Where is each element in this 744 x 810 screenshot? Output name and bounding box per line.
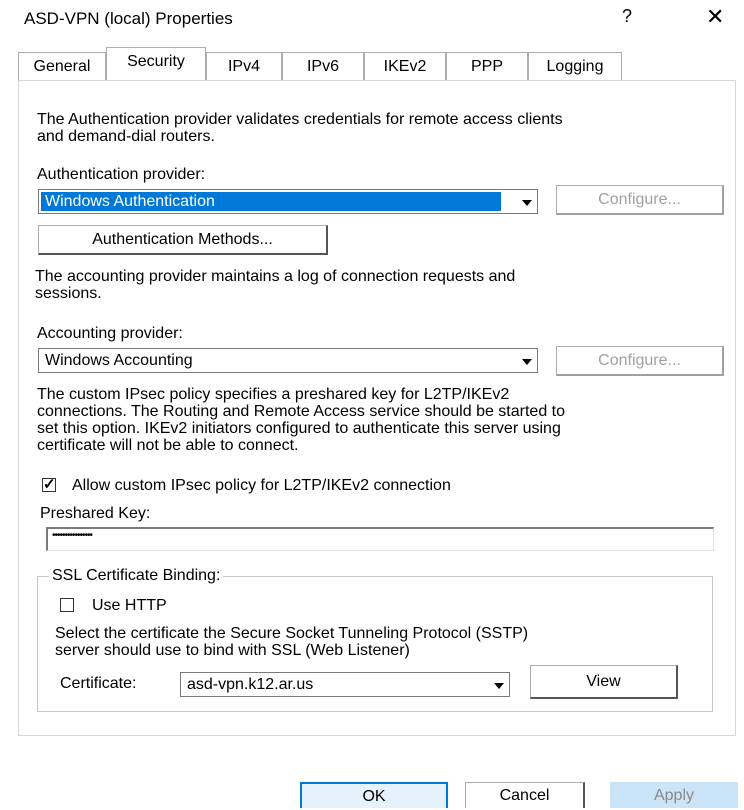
view-certificate-button[interactable]: View [530,665,678,699]
auth-description-line1: The Authentication provider validates cr… [37,111,563,128]
ok-button[interactable]: OK [300,782,448,808]
cancel-button[interactable]: Cancel [465,782,585,808]
chevron-down-icon[interactable] [490,675,507,694]
allow-ipsec-label[interactable]: Allow custom IPsec policy for L2TP/IKEv2… [72,477,451,494]
acct-description-line2: sessions. [35,285,102,302]
auth-provider-select[interactable]: Windows Authentication [38,189,538,214]
tab-ppp[interactable]: PPP [446,52,528,80]
tab-ikev2[interactable]: IKEv2 [364,52,446,80]
acct-provider-select[interactable]: Windows Accounting [38,348,538,373]
tab-general[interactable]: General [18,52,106,80]
use-http-checkbox[interactable] [60,598,74,612]
auth-provider-value: Windows Authentication [41,192,501,211]
window-title: ASD-VPN (local) Properties [24,9,233,28]
chevron-down-icon[interactable] [518,351,535,370]
preshared-key-value: •••••••••••••••• [52,530,93,541]
ipsec-description-line1: The custom IPsec policy specifies a pres… [37,386,510,403]
tab-logging[interactable]: Logging [528,52,622,80]
tab-ipv4[interactable]: IPv4 [206,52,282,80]
preshared-key-label: Preshared Key: [40,505,151,522]
acct-description-line1: The accounting provider maintains a log … [35,268,516,285]
ipsec-description-line2: connections. The Routing and Remote Acce… [37,403,566,420]
chevron-down-icon[interactable] [518,192,535,211]
ipsec-description-line4: certificate will not be able to connect. [37,437,299,454]
tab-ipv6[interactable]: IPv6 [282,52,364,80]
use-http-label[interactable]: Use HTTP [92,597,167,614]
certificate-select[interactable]: asd-vpn.k12.ar.us [180,672,510,697]
ipsec-description-line3: set this option. IKEv2 initiators config… [37,420,561,437]
help-icon[interactable]: ? [622,6,632,27]
preshared-key-field[interactable]: •••••••••••••••• [46,527,714,551]
ssl-group-label: SSL Certificate Binding: [49,567,224,585]
acct-configure-button[interactable]: Configure... [556,346,724,376]
auth-provider-label: Authentication provider: [37,166,206,183]
acct-provider-value: Windows Accounting [45,352,193,369]
apply-button[interactable]: Apply [610,782,738,808]
ssl-description-line1: Select the certificate the Secure Socket… [55,625,529,642]
authentication-methods-button[interactable]: Authentication Methods... [38,225,328,255]
acct-provider-label: Accounting provider: [37,325,183,342]
auth-configure-button[interactable]: Configure... [556,185,724,215]
ssl-description-line2: server should use to bind with SSL (Web … [55,642,410,659]
certificate-label: Certificate: [60,675,137,692]
close-icon[interactable]: ✕ [706,4,724,30]
allow-ipsec-checkbox[interactable] [42,475,56,493]
certificate-value: asd-vpn.k12.ar.us [187,676,314,693]
auth-description-line2: and demand-dial routers. [37,128,215,145]
tab-security[interactable]: Security [106,47,206,80]
